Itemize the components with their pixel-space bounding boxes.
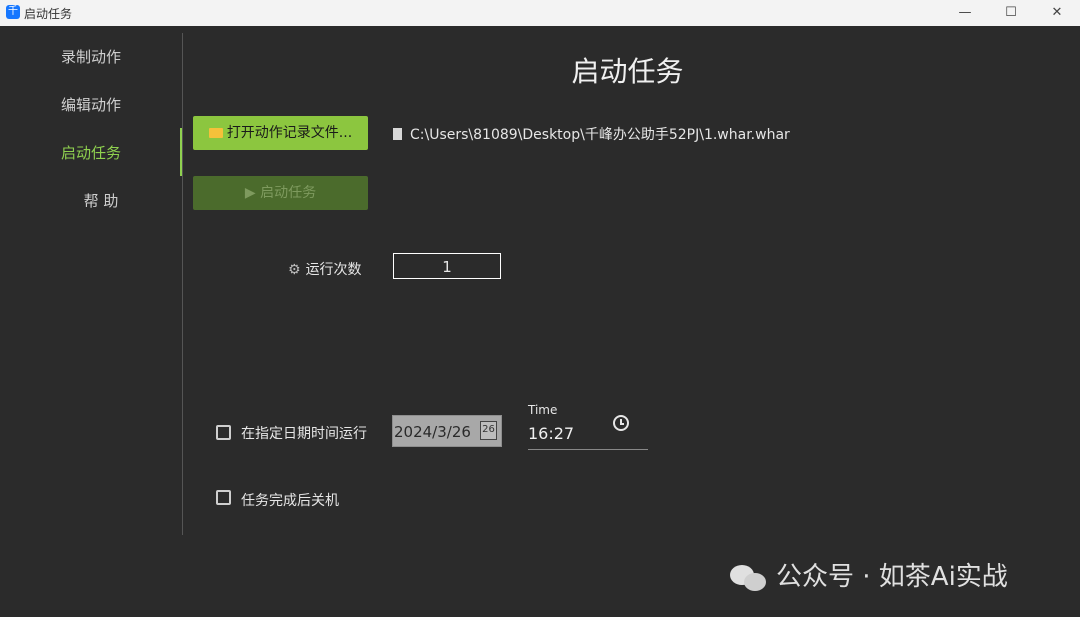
shutdown-checkbox-label[interactable]: 任务完成后关机 xyxy=(241,490,339,510)
run-count-label-text: 运行次数 xyxy=(305,262,362,278)
app-logo-icon: 千 xyxy=(6,5,20,19)
sidebar-item-record-action[interactable]: 录制动作 xyxy=(0,38,182,76)
time-input-underline xyxy=(528,449,648,450)
maximize-button[interactable]: ☐ xyxy=(988,0,1034,26)
gear-icon: ⚙ xyxy=(288,262,301,278)
wechat-icon xyxy=(730,563,768,591)
minimize-button[interactable]: — xyxy=(942,0,988,26)
start-task-button[interactable]: ▶ 启动任务 xyxy=(193,176,368,210)
sidebar-item-start-task[interactable]: 启动任务 xyxy=(0,134,182,172)
close-button[interactable]: ✕ xyxy=(1034,0,1080,26)
page-title: 启动任务 xyxy=(571,55,684,88)
file-path-display: C:\Users\81089\Desktop\千峰办公助手52PJ\1.whar… xyxy=(393,124,790,144)
time-input[interactable]: 16:27 xyxy=(528,424,574,443)
run-count-input[interactable]: 1 xyxy=(393,253,501,279)
window-title: 启动任务 xyxy=(24,7,73,21)
sidebar-item-help[interactable]: 帮 助 xyxy=(10,182,192,220)
open-file-button-label: 打开动作记录文件... xyxy=(226,125,353,141)
folder-icon xyxy=(208,128,223,138)
time-caption: Time xyxy=(528,403,558,417)
file-path-text: C:\Users\81089\Desktop\千峰办公助手52PJ\1.whar… xyxy=(410,127,790,143)
schedule-checkbox-label[interactable]: 在指定日期时间运行 xyxy=(241,423,367,443)
open-file-button[interactable]: 打开动作记录文件... xyxy=(193,116,368,150)
calendar-icon[interactable]: 26 xyxy=(480,421,497,440)
date-picker[interactable]: 2024/3/26 26 xyxy=(392,415,502,447)
run-count-label: ⚙ 运行次数 xyxy=(288,259,362,279)
schedule-checkbox[interactable] xyxy=(216,425,231,440)
date-value: 2024/3/26 xyxy=(394,423,471,441)
sidebar-divider xyxy=(182,33,183,535)
title-bar: 千 启动任务 — ☐ ✕ xyxy=(0,0,1080,26)
shutdown-checkbox[interactable] xyxy=(216,490,231,505)
sidebar-item-edit-action[interactable]: 编辑动作 xyxy=(0,86,182,124)
clock-icon[interactable] xyxy=(613,415,629,431)
watermark-text: 公众号 · 如茶Ai实战 xyxy=(776,562,1008,592)
file-icon xyxy=(393,128,402,140)
watermark: 公众号 · 如茶Ai实战 xyxy=(730,556,1008,593)
